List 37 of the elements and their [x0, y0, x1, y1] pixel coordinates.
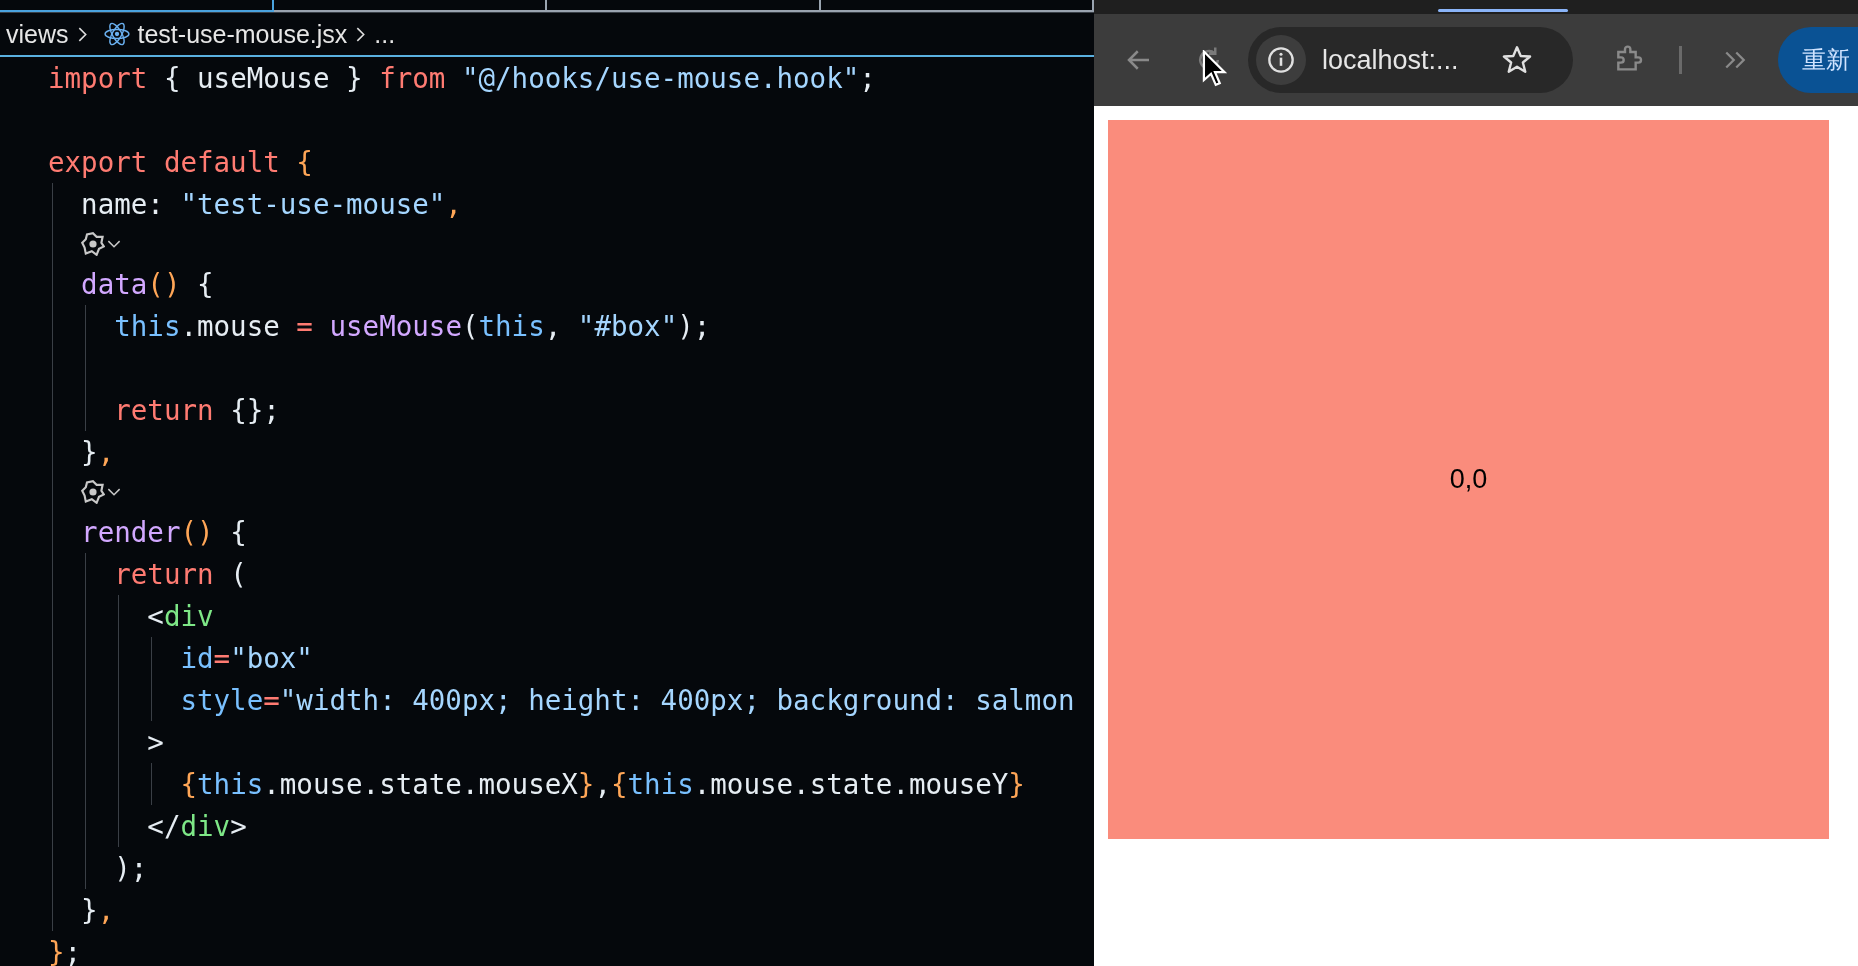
react-atom-icon [103, 21, 130, 47]
code-line: </div> [146, 810, 247, 842]
action-button[interactable]: 重新 [1778, 27, 1858, 93]
code-line: render() { [80, 516, 247, 548]
address-bar[interactable]: localhost:... [1248, 27, 1573, 93]
codelens-button[interactable] [81, 480, 121, 504]
code-line: name: "test-use-mouse", [80, 188, 462, 220]
code-line: ); [113, 852, 148, 884]
chevron-down-icon [107, 239, 121, 249]
code-line: export default { [48, 146, 313, 178]
code-line: return ( [113, 558, 247, 590]
breadcrumb-item[interactable]: test-use-mouse.jsx [137, 19, 348, 49]
code-line: }, [80, 436, 115, 468]
chevron-down-icon [107, 487, 121, 497]
chevron-right-icon [355, 25, 367, 43]
codelens-button[interactable] [81, 232, 121, 256]
breadcrumb-item[interactable]: views [6, 19, 69, 49]
code-line: this.mouse = useMouse(this, "#box"); [113, 310, 711, 342]
breadcrumb-item[interactable]: ... [374, 19, 396, 49]
code-line: return {}; [113, 394, 280, 426]
code-line: }; [48, 936, 82, 966]
code-line: style="width: 400px; height: 400px; background: salmon [179, 684, 1075, 716]
code-line: > [146, 726, 164, 758]
gear-icon [81, 232, 105, 256]
code-line: <div [146, 600, 214, 632]
code-line: import { useMouse } from "@/hooks/use-mouse.hook"; [48, 62, 876, 94]
star-icon[interactable] [1501, 44, 1533, 76]
code-line: id="box" [179, 642, 313, 674]
chevron-right-icon [76, 25, 88, 43]
code-line: {this.mouse.state.mouseX},{this.mouse.state.mouseY} [179, 768, 1025, 800]
mouse-cursor-icon [1202, 50, 1228, 88]
code-line: }, [80, 894, 115, 926]
info-icon[interactable] [1267, 46, 1295, 74]
gear-icon [81, 480, 105, 504]
coordinates-text: 0,0 [1449, 464, 1488, 495]
address-text: localhost:... [1322, 44, 1459, 76]
code-line: data() { [80, 268, 214, 300]
